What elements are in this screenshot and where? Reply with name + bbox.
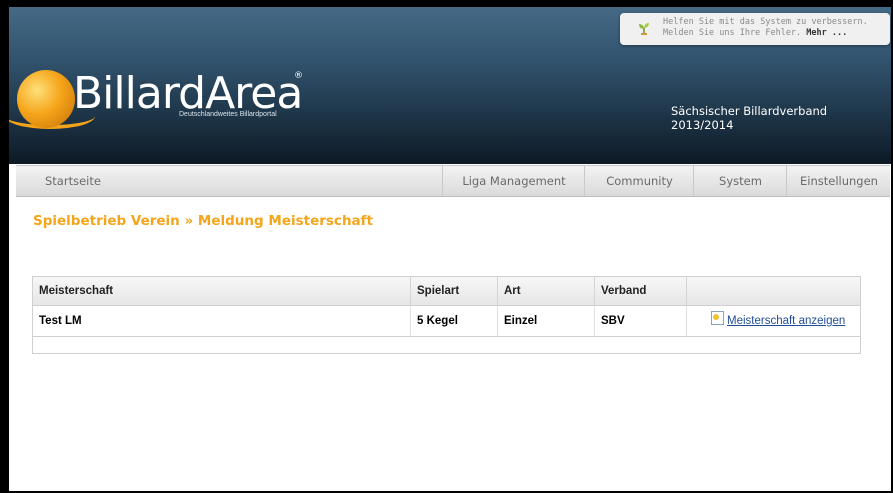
col-meisterschaft[interactable]: Meisterschaft [33,277,409,305]
table-row: Test LM 5 Kegel Einzel SBV Meisterschaft… [33,306,860,337]
page-title: Spielbetrieb Verein » Meldung Meistersch… [33,213,373,229]
nav-startseite[interactable]: Startseite [16,166,425,196]
table-header: Meisterschaft Spielart Art Verband [33,277,860,306]
help-sprout-icon [639,23,649,35]
nav-einstellungen[interactable]: Einstellungen [786,166,891,196]
cell-spielart: 5 Kegel [410,306,497,336]
col-spielart[interactable]: Spielart [410,277,497,305]
logo-registered-mark: ® [294,71,303,81]
help-text: Helfen Sie mit das System zu verbessern.… [663,17,868,39]
logo-ball-icon[interactable] [17,70,75,128]
nav-system[interactable]: System [693,166,787,196]
cell-meisterschaft: Test LM [39,315,82,327]
help-banner[interactable]: Helfen Sie mit das System zu verbessern.… [620,13,890,45]
help-line-2: Melden Sie uns Ihre Fehler. [663,28,802,38]
nav-liga-management[interactable]: Liga Management [442,166,585,196]
verband-label: Sächsischer Billardverband 2013/2014 [671,104,828,132]
col-art[interactable]: Art [497,277,594,305]
site-header: BillardArea ® Deutschlandweites Billardp… [9,7,891,164]
document-icon [711,311,724,325]
main-nav: Startseite Liga Management Community Sys… [16,165,890,197]
meisterschaft-anzeigen-link[interactable]: Meisterschaft anzeigen [727,315,845,327]
help-more-link[interactable]: Mehr ... [806,28,847,38]
col-verband[interactable]: Verband [594,277,686,305]
col-action [686,277,853,305]
page-frame: BillardArea ® Deutschlandweites Billardp… [9,7,891,491]
cell-art: Einzel [497,306,594,336]
cell-verband: SBV [594,306,686,336]
nav-community[interactable]: Community [584,166,694,196]
table-footer-row [33,337,860,353]
cell-action: Meisterschaft anzeigen [686,306,871,336]
logo-subtitle: Deutschlandweites Billardportal [179,111,277,118]
help-line-1: Helfen Sie mit das System zu verbessern. [663,17,868,27]
meisterschaft-table: Meisterschaft Spielart Art Verband Test … [32,276,861,354]
